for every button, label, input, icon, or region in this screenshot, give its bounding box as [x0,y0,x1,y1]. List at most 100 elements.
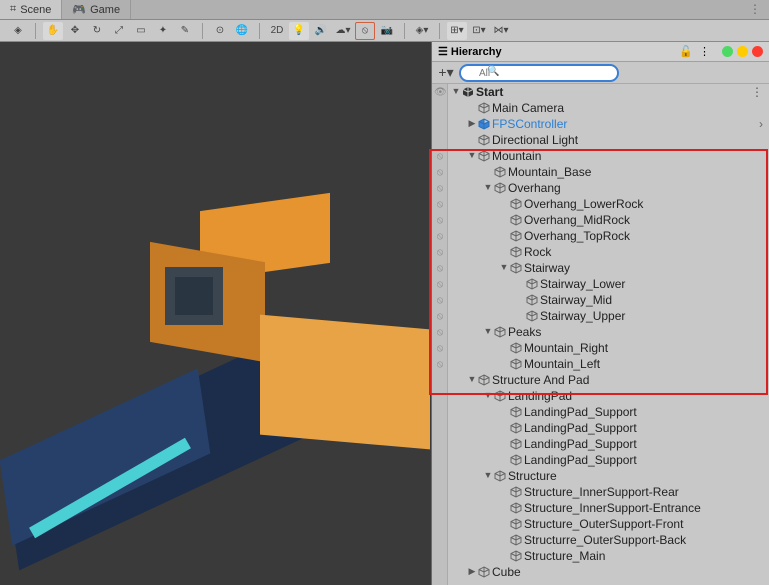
hand-tool-button[interactable]: ✋ [43,22,63,40]
hierarchy-item-structure-inner-rear[interactable]: Structure_InnerSupport-Rear [432,484,769,500]
window-close-button[interactable] [752,46,763,57]
foldout-icon[interactable]: ▼ [498,262,510,272]
tab-scene[interactable]: ⌗Scene [0,0,62,19]
hierarchy-search-input[interactable] [459,64,619,82]
hierarchy-item-mountain-base[interactable]: ⦸Mountain_Base [432,164,769,180]
create-dropdown-button[interactable]: +▾ [437,64,455,81]
window-minimize-button[interactable] [722,46,733,57]
foldout-icon[interactable]: ▼ [466,150,478,160]
hierarchy-item-main-camera[interactable]: Main Camera [432,100,769,116]
hierarchy-item-peaks[interactable]: ⦸▼Peaks [432,324,769,340]
hierarchy-tree[interactable]: 👁 ▼ Start ⋮ Main Camera ▶FPSController› … [432,84,769,585]
visibility-toggle-icon[interactable]: ⦸ [434,231,446,242]
hierarchy-item-rock[interactable]: ⦸Rock [432,244,769,260]
grid-dropdown-button[interactable]: ⊞▾ [447,22,467,40]
tab-game[interactable]: 🎮Game [62,0,131,19]
audio-toggle-button[interactable]: 🔊 [311,22,331,40]
prefab-icon [478,118,490,130]
gizmos-dropdown-button[interactable]: ◈▾ [412,22,432,40]
hierarchy-item-overhang[interactable]: ⦸▼Overhang [432,180,769,196]
foldout-icon[interactable]: ▼ [482,470,494,480]
hierarchy-item-structure[interactable]: ▼Structure [432,468,769,484]
lock-icon[interactable]: 🔓 [679,45,693,58]
hierarchy-item-mountain-left[interactable]: ⦸Mountain_Left [432,356,769,372]
visibility-toggle-icon[interactable]: ⦸ [434,151,446,162]
hierarchy-item-stairway-lower[interactable]: ⦸Stairway_Lower [432,276,769,292]
scale-tool-button[interactable]: ⤢ [109,22,129,40]
hierarchy-item-structure-outer-back[interactable]: Structurre_OuterSupport-Back [432,532,769,548]
fx-toggle-button[interactable]: ☁︎▾ [333,22,353,40]
hierarchy-item-landingpad-support[interactable]: LandingPad_Support [432,404,769,420]
hierarchy-item-stairway-upper[interactable]: ⦸Stairway_Upper [432,308,769,324]
rotate-tool-button[interactable]: ↻ [87,22,107,40]
visibility-toggle-icon[interactable]: ⦸ [434,167,446,178]
gameobject-icon [478,374,490,386]
scene-root-row[interactable]: 👁 ▼ Start ⋮ [432,84,769,100]
visibility-toggle-icon[interactable]: ⦸ [434,183,446,194]
hierarchy-item-structure-and-pad[interactable]: ▼Structure And Pad [432,372,769,388]
snap-increment-button[interactable]: ⋈▾ [491,22,511,40]
gameobject-icon [526,278,538,290]
global-toggle-button[interactable]: 🌐 [232,22,252,40]
visibility-toggle-icon[interactable]: ⦸ [434,311,446,322]
pivot-toggle-button[interactable]: ⊙ [210,22,230,40]
hierarchy-item-directional-light[interactable]: Directional Light [432,132,769,148]
hierarchy-item-fps-controller[interactable]: ▶FPSController› [432,116,769,132]
foldout-icon[interactable]: ▶ [466,118,478,129]
hierarchy-item-mountain-right[interactable]: ⦸Mountain_Right [432,340,769,356]
foldout-icon[interactable]: ▼ [482,182,494,192]
visibility-toggle-icon[interactable]: ⦸ [434,199,446,210]
panel-options[interactable]: ⋮ [699,45,710,58]
hierarchy-item-structure-outer-front[interactable]: Structure_OuterSupport-Front [432,516,769,532]
hierarchy-item-stairway-mid[interactable]: ⦸Stairway_Mid [432,292,769,308]
lighting-toggle-button[interactable]: 💡 [289,22,309,40]
hierarchy-item-landingpad-support[interactable]: LandingPad_Support [432,436,769,452]
gameobject-icon [510,486,522,498]
foldout-icon[interactable]: ▼ [482,326,494,336]
hierarchy-item-landingpad[interactable]: ▼LandingPad [432,388,769,404]
foldout-icon[interactable]: ▼ [466,374,478,384]
prefab-open-icon[interactable]: › [759,117,763,131]
view-tool-button[interactable]: ◈ [8,22,28,40]
transform-tool-button[interactable]: ✦ [153,22,173,40]
gameobject-icon [510,198,522,210]
scene-viewport[interactable] [0,42,430,585]
custom-tool-button[interactable]: ✎ [175,22,195,40]
gameobject-icon [510,438,522,450]
hierarchy-item-overhang-lower[interactable]: ⦸Overhang_LowerRock [432,196,769,212]
mode-2d-button[interactable]: 2D [267,22,287,40]
hierarchy-item-cube[interactable]: ▶Cube [432,564,769,580]
window-maximize-button[interactable] [737,46,748,57]
gameobject-icon [510,454,522,466]
foldout-icon[interactable]: ▼ [450,86,462,96]
snap-dropdown-button[interactable]: ⊡▾ [469,22,489,40]
hidden-objects-toggle-button[interactable]: ⦸ [355,22,375,40]
camera-toggle-button[interactable]: 📷 [377,22,397,40]
gameobject-icon [526,294,538,306]
hierarchy-item-overhang-top[interactable]: ⦸Overhang_TopRock [432,228,769,244]
hierarchy-item-structure-inner-entrance[interactable]: Structure_InnerSupport-Entrance [432,500,769,516]
tab-options[interactable]: ⋮ [741,0,769,19]
scene-context-menu[interactable]: ⋮ [751,85,763,99]
rect-tool-button[interactable]: ▭ [131,22,151,40]
visibility-toggle-icon[interactable]: ⦸ [434,343,446,354]
hierarchy-item-overhang-mid[interactable]: ⦸Overhang_MidRock [432,212,769,228]
visibility-toggle-icon[interactable]: ⦸ [434,247,446,258]
visibility-toggle-icon[interactable]: 👁 [434,87,446,98]
move-tool-button[interactable]: ✥ [65,22,85,40]
visibility-toggle-icon[interactable]: ⦸ [434,215,446,226]
hierarchy-item-structure-main[interactable]: Structure_Main [432,548,769,564]
visibility-toggle-icon[interactable]: ⦸ [434,263,446,274]
gameobject-icon [478,134,490,146]
foldout-icon[interactable]: ▼ [482,390,494,400]
hierarchy-item-mountain[interactable]: ⦸▼Mountain [432,148,769,164]
gameobject-icon [494,326,506,338]
visibility-toggle-icon[interactable]: ⦸ [434,279,446,290]
hierarchy-item-stairway[interactable]: ⦸▼Stairway [432,260,769,276]
foldout-icon[interactable]: ▶ [466,566,478,577]
visibility-toggle-icon[interactable]: ⦸ [434,295,446,306]
visibility-toggle-icon[interactable]: ⦸ [434,359,446,370]
hierarchy-item-landingpad-support[interactable]: LandingPad_Support [432,420,769,436]
visibility-toggle-icon[interactable]: ⦸ [434,327,446,338]
hierarchy-item-landingpad-support[interactable]: LandingPad_Support [432,452,769,468]
